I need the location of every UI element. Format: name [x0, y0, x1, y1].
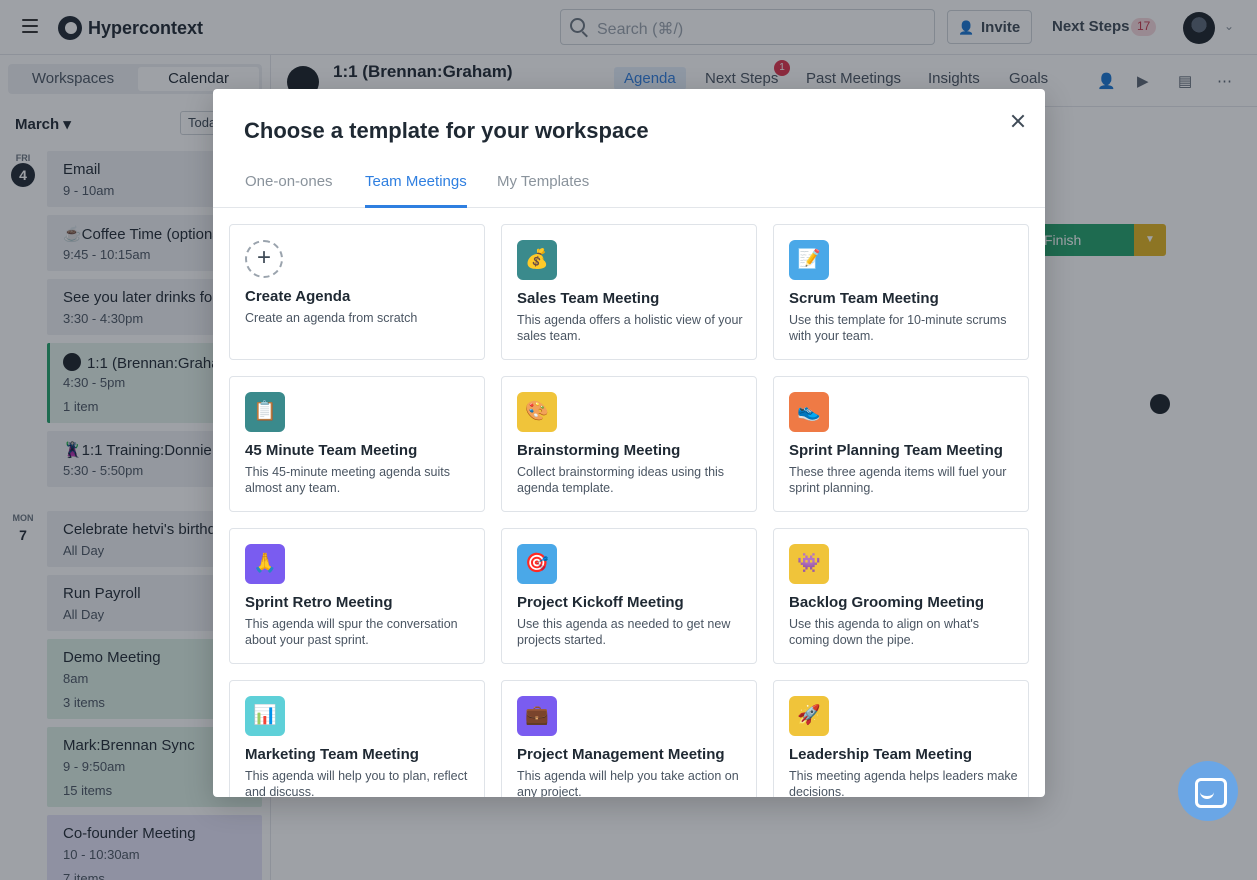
- create-agenda-card[interactable]: + Create Agenda Create an agenda from sc…: [229, 224, 485, 360]
- template-description: This agenda will help you take action on…: [517, 769, 739, 797]
- template-title: Create Agenda: [245, 288, 351, 305]
- template-card[interactable]: 📋 45 Minute Team Meeting This 45-minute …: [229, 376, 485, 512]
- palette-icon: 🎨: [517, 392, 557, 432]
- template-title: Project Kickoff Meeting: [517, 594, 684, 611]
- template-title: Sales Team Meeting: [517, 290, 660, 307]
- sneaker-icon: 👟: [789, 392, 829, 432]
- template-description: Collect brainstorming ideas using this a…: [517, 465, 725, 495]
- template-card[interactable]: 📝 Scrum Team Meeting Use this template f…: [773, 224, 1029, 360]
- template-card[interactable]: 🙏 Sprint Retro Meeting This agenda will …: [229, 528, 485, 664]
- template-title: Backlog Grooming Meeting: [789, 594, 985, 611]
- template-description: This agenda will spur the conversation a…: [245, 617, 458, 647]
- template-description: This agenda offers a holistic view of yo…: [517, 313, 743, 343]
- template-description: Use this agenda to align on what's comin…: [789, 617, 980, 647]
- template-description: Use this template for 10-minute scrums w…: [789, 313, 1007, 343]
- briefcase-icon: 💼: [517, 696, 557, 736]
- template-card[interactable]: 🎯 Project Kickoff Meeting Use this agend…: [501, 528, 757, 664]
- template-card[interactable]: 👾 Backlog Grooming Meeting Use this agen…: [773, 528, 1029, 664]
- template-title: Sprint Retro Meeting: [245, 594, 393, 611]
- template-card[interactable]: 💼 Project Management Meeting This agenda…: [501, 680, 757, 797]
- chat-launcher-icon[interactable]: [1178, 761, 1238, 821]
- template-tabs: One-on-ones Team Meetings My Templates: [213, 167, 1045, 208]
- template-description: Create an agenda from scratch: [245, 311, 418, 325]
- template-grid: + Create Agenda Create an agenda from sc…: [229, 224, 1029, 797]
- template-description: This meeting agenda helps leaders make d…: [789, 769, 1018, 797]
- memo-icon: 📝: [789, 240, 829, 280]
- target-icon: 🎯: [517, 544, 557, 584]
- tab-my-templates[interactable]: My Templates: [497, 173, 589, 208]
- modal-title: Choose a template for your workspace: [244, 118, 649, 143]
- template-title: 45 Minute Team Meeting: [245, 442, 418, 459]
- template-description: This agenda will help you to plan, refle…: [245, 769, 468, 797]
- template-title: Marketing Team Meeting: [245, 746, 419, 763]
- template-title: Leadership Team Meeting: [789, 746, 973, 763]
- close-icon[interactable]: [1008, 111, 1028, 131]
- template-title: Scrum Team Meeting: [789, 290, 939, 307]
- template-title: Project Management Meeting: [517, 746, 725, 763]
- template-card[interactable]: 👟 Sprint Planning Team Meeting These thr…: [773, 376, 1029, 512]
- bug-icon: 👾: [789, 544, 829, 584]
- bar-chart-icon: 📊: [245, 696, 285, 736]
- plus-icon: +: [245, 240, 283, 278]
- tab-one-on-ones[interactable]: One-on-ones: [245, 173, 333, 208]
- template-title: Sprint Planning Team Meeting: [789, 442, 1003, 459]
- template-description: This 45-minute meeting agenda suits almo…: [245, 465, 450, 495]
- template-card[interactable]: 🚀 Leadership Team Meeting This meeting a…: [773, 680, 1029, 797]
- money-bag-icon: 💰: [517, 240, 557, 280]
- template-description: Use this agenda as needed to get new pro…: [517, 617, 731, 647]
- template-card[interactable]: 🎨 Brainstorming Meeting Collect brainsto…: [501, 376, 757, 512]
- template-description: These three agenda items will fuel your …: [789, 465, 1007, 495]
- clipboard-icon: 📋: [245, 392, 285, 432]
- praying-hands-icon: 🙏: [245, 544, 285, 584]
- template-title: Brainstorming Meeting: [517, 442, 681, 459]
- template-modal: Choose a template for your workspace One…: [213, 89, 1045, 797]
- template-card[interactable]: 📊 Marketing Team Meeting This agenda wil…: [229, 680, 485, 797]
- rocket-icon: 🚀: [789, 696, 829, 736]
- tab-team-meetings[interactable]: Team Meetings: [365, 173, 467, 208]
- template-card[interactable]: 💰 Sales Team Meeting This agenda offers …: [501, 224, 757, 360]
